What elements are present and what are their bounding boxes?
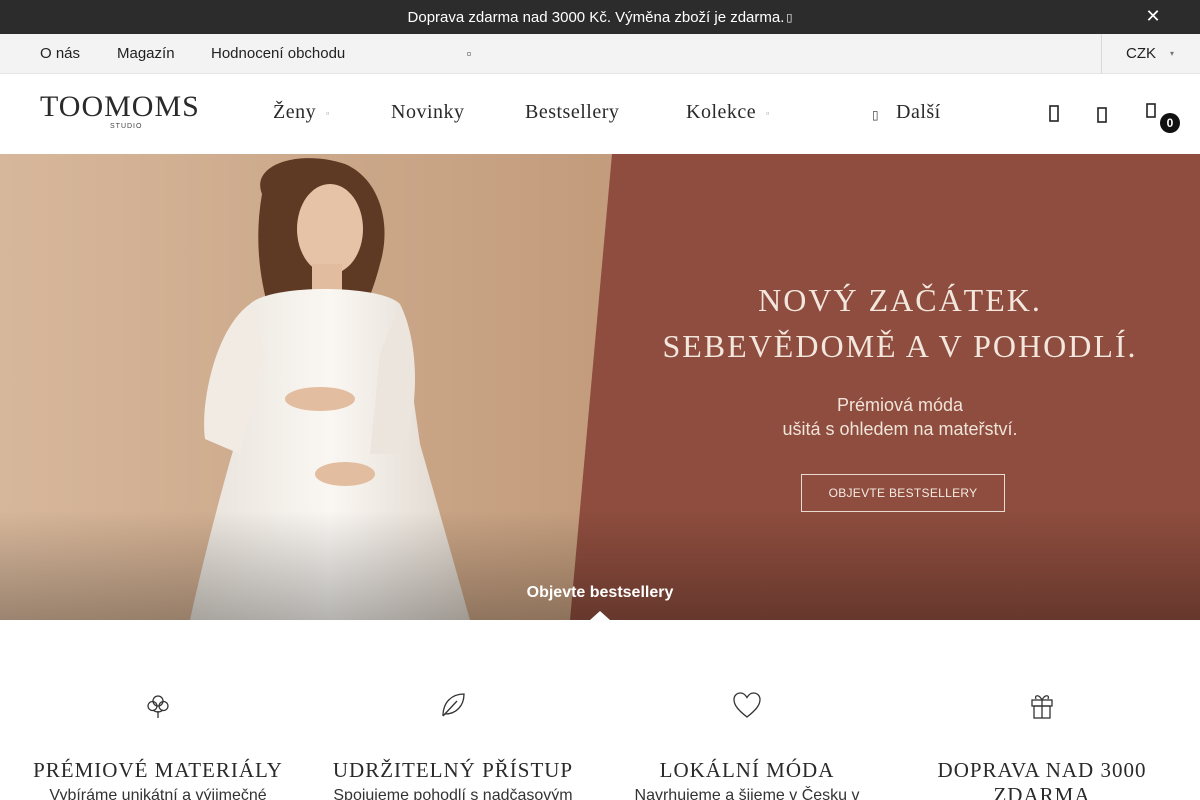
active-tab-pointer	[590, 611, 610, 620]
nav-novinky[interactable]: Novinky	[391, 74, 465, 154]
nav-kolekce-label: Kolekce	[686, 101, 757, 123]
hero-subtitle-line2: ušitá s ohledem na mateřství.	[782, 419, 1018, 439]
hero-heading-line2: SEBEVĚDOMĚ A V POHODLÍ.	[662, 328, 1138, 364]
hero-subtitle-line1: Prémiová móda	[836, 395, 964, 415]
main-header: TOOMOMS STUDIO Ženy ▫ Novinky Bestsellery…	[0, 74, 1200, 154]
top-links-bar: O nás Magazín Hodnocení obchodu CZK ▾	[0, 34, 1200, 74]
logo[interactable]: TOOMOMS STUDIO	[40, 92, 212, 134]
chevron-down-icon: ▫	[326, 108, 330, 119]
feature-title-line2: ZDARMA	[993, 783, 1091, 800]
cotton-icon	[147, 695, 169, 718]
feature-text: Spojujeme pohodlí s nadčasovým	[333, 787, 573, 800]
link-magazin[interactable]: Magazín	[117, 34, 175, 74]
more-links-icon[interactable]	[467, 52, 471, 56]
announcement-arrow-icon: ▯	[786, 11, 793, 24]
logo-wordmark: TOOMOMS	[40, 90, 200, 123]
feature-text: Navrhujeme a šijeme v Česku v	[634, 787, 860, 800]
nav-novinky-label: Novinky	[391, 101, 465, 123]
divider	[1101, 34, 1102, 74]
nav-zeny-label: Ženy	[273, 101, 317, 123]
chevron-down-icon: ▫	[766, 108, 770, 119]
hero-slide-tab[interactable]: Objevte bestsellery	[0, 584, 1200, 602]
account-icon[interactable]	[1091, 101, 1113, 127]
chevron-down-icon[interactable]: ▾	[1170, 49, 1174, 58]
link-o-nas[interactable]: O nás	[40, 34, 80, 74]
gift-icon	[1031, 695, 1053, 719]
hero-shade	[0, 510, 1200, 620]
cart-count-badge[interactable]: 0	[1160, 113, 1180, 133]
logo-subtitle: STUDIO	[110, 123, 143, 130]
nav-dalsi-label: Další	[896, 101, 941, 123]
feature-title: PRÉMIOVÉ MATERIÁLY	[33, 758, 283, 782]
currency-selector[interactable]: CZK	[1126, 34, 1156, 74]
feature-sustainable: UDRŽITELNÝ PŘÍSTUP Spojujeme pohodlí s n…	[308, 690, 598, 800]
close-icon[interactable]: ✕	[1144, 7, 1162, 25]
nav-zeny[interactable]: Ženy ▫	[273, 74, 330, 154]
search-icon[interactable]	[1043, 101, 1065, 127]
nav-bestsellery-label: Bestsellery	[525, 101, 620, 123]
heart-icon	[733, 692, 761, 718]
hero-banner[interactable]: NOVÝ ZAČÁTEK. SEBEVĚDOMĚ A V POHODLÍ. Pr…	[0, 154, 1200, 620]
hero-heading-line1: NOVÝ ZAČÁTEK.	[758, 282, 1042, 318]
feature-premium-materials: PRÉMIOVÉ MATERIÁLY Vybíráme unikátní a v…	[13, 690, 303, 800]
announcement-text[interactable]: Doprava zdarma nad 3000 Kč. Výměna zboží…	[408, 9, 785, 26]
feature-title: LOKÁLNÍ MÓDA	[659, 758, 835, 782]
feature-title: DOPRAVA NAD 3000	[937, 758, 1147, 782]
nav-bestsellery[interactable]: Bestsellery	[525, 74, 619, 154]
nav-kolekce[interactable]: Kolekce ▫	[686, 74, 770, 154]
leaf-icon	[442, 693, 465, 717]
menu-more-icon[interactable]: ▯	[872, 108, 879, 122]
nav-dalsi[interactable]: Další	[896, 74, 941, 154]
hero-cta-button[interactable]: OBJEVTE BESTSELLERY	[801, 474, 1005, 512]
feature-local-fashion: LOKÁLNÍ MÓDA Navrhujeme a šijeme v Česku…	[602, 690, 892, 800]
feature-title: UDRŽITELNÝ PŘÍSTUP	[332, 758, 574, 782]
feature-text: Vybíráme unikátní a výjimečné	[49, 787, 267, 800]
cart-icon[interactable]	[1140, 101, 1162, 127]
link-hodnoceni-obchodu[interactable]: Hodnocení obchodu	[211, 34, 345, 74]
feature-free-shipping: DOPRAVA NAD 3000 ZDARMA	[897, 690, 1187, 800]
announcement-bar: Doprava zdarma nad 3000 Kč. Výměna zboží…	[0, 0, 1200, 34]
